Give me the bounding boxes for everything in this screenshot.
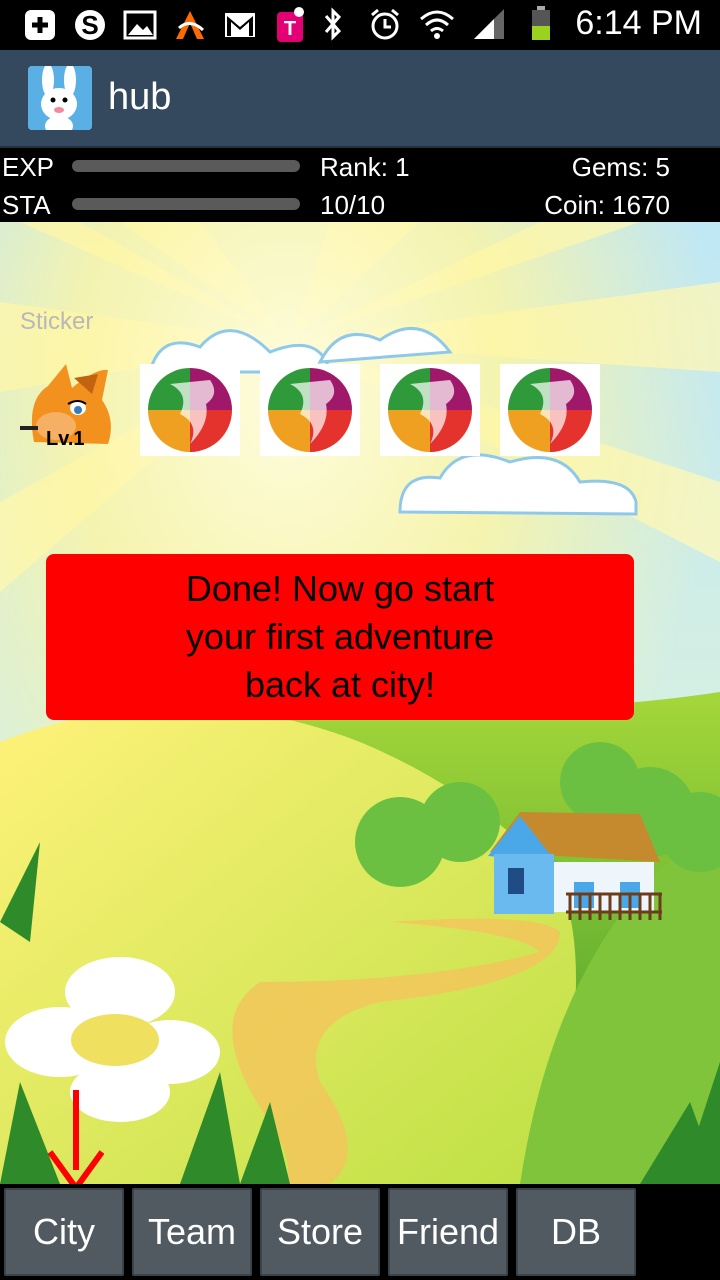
scene: Sticker Lv.1 Done! Now go start your fir… bbox=[0, 222, 720, 1184]
app-title: hub bbox=[108, 76, 172, 118]
image-icon bbox=[122, 8, 158, 42]
svg-text:T: T bbox=[284, 18, 296, 40]
battery-icon bbox=[523, 5, 559, 41]
globe-sticker[interactable] bbox=[380, 364, 480, 456]
clock: 6:14 PM bbox=[575, 4, 702, 42]
player-stats: EXP Rank: 1 Gems: 5 STA 10/10 Coin: 1670 bbox=[0, 148, 720, 222]
signal-icon bbox=[471, 7, 507, 41]
tmobile-icon: T bbox=[272, 7, 308, 42]
add-icon bbox=[22, 8, 58, 42]
tutorial-message-text: Done! Now go start your first adventure … bbox=[185, 568, 495, 705]
tab-store[interactable]: Store bbox=[260, 1188, 380, 1276]
rank-text: Rank: 1 bbox=[320, 152, 410, 182]
bottom-nav: City Team Store Friend DB bbox=[0, 1184, 720, 1280]
sta-bar bbox=[72, 198, 300, 210]
sticker-label: Sticker bbox=[20, 308, 94, 335]
action-bar: hub bbox=[0, 50, 720, 148]
house bbox=[488, 812, 662, 920]
tab-friend[interactable]: Friend bbox=[388, 1188, 508, 1276]
svg-text:S: S bbox=[81, 10, 98, 40]
gmail-icon bbox=[222, 8, 258, 42]
avast-icon bbox=[172, 8, 208, 42]
sta-label: STA bbox=[2, 190, 51, 220]
globe-sticker[interactable] bbox=[140, 364, 240, 456]
globe-sticker[interactable] bbox=[500, 364, 600, 456]
globe-sticker[interactable] bbox=[260, 364, 360, 456]
exp-label: EXP bbox=[2, 152, 55, 182]
character-level: Lv.1 bbox=[46, 428, 85, 450]
bluetooth-icon bbox=[315, 6, 351, 41]
tab-team[interactable]: Team bbox=[132, 1188, 252, 1276]
status-bar: S T 6:14 PM bbox=[0, 0, 720, 50]
tab-city[interactable]: City bbox=[4, 1188, 124, 1276]
gems-text: Gems: 5 bbox=[571, 152, 670, 182]
alarm-icon bbox=[367, 7, 403, 41]
tutorial-arrow-icon bbox=[48, 1090, 104, 1190]
exp-bar bbox=[72, 160, 300, 172]
stamina-text: 10/10 bbox=[320, 190, 386, 220]
app-logo-icon[interactable] bbox=[28, 66, 92, 130]
wifi-icon bbox=[419, 7, 455, 41]
skype-icon: S bbox=[72, 8, 108, 42]
tutorial-message: Done! Now go start your first adventure … bbox=[46, 554, 634, 720]
tab-db[interactable]: DB bbox=[516, 1188, 636, 1276]
coin-text: Coin: 1670 bbox=[544, 190, 670, 220]
character-sticker[interactable]: Lv.1 bbox=[20, 364, 120, 456]
